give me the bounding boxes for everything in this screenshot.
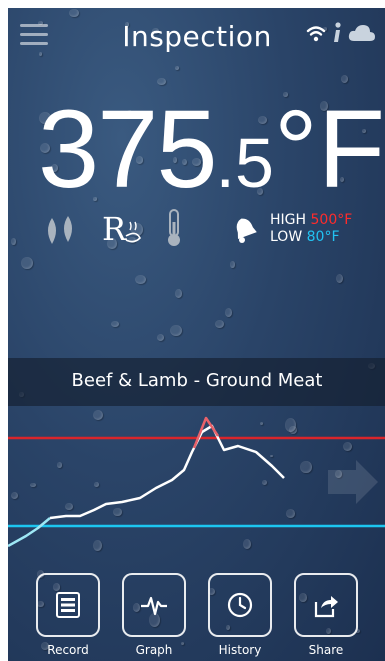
arrow-right-icon[interactable]	[328, 460, 378, 504]
share-icon	[314, 596, 338, 618]
recipe-icon[interactable]: R	[100, 210, 146, 250]
low-value: 80°F	[306, 229, 340, 245]
food-selector[interactable]: Beef & Lamb - Ground Meat	[8, 358, 385, 406]
water-drop	[10, 238, 16, 246]
water-drop	[21, 256, 33, 270]
water-drop	[335, 274, 343, 284]
info-icon[interactable]	[332, 22, 342, 44]
history-label: History	[218, 643, 262, 657]
graph-pulse-icon	[141, 596, 167, 616]
water-drop	[174, 65, 179, 70]
food-name: Beef & Lamb - Ground Meat	[71, 370, 323, 391]
temperature-trend-start	[8, 517, 51, 548]
share-label: Share	[308, 643, 344, 657]
temperature-trend-line	[49, 424, 285, 520]
header: Inspection	[8, 8, 385, 62]
alarm-bell-icon	[236, 218, 257, 243]
record-button[interactable]: Record	[36, 573, 100, 657]
cloud-icon[interactable]	[348, 23, 376, 43]
water-drop	[341, 75, 349, 83]
header-icons	[306, 22, 376, 44]
app-screen: Inspection 375.5°F R HIGH 500°F LOW 80°F…	[8, 8, 385, 661]
water-drop	[157, 77, 166, 86]
water-drop	[156, 334, 165, 342]
temperature-reading: 375.5°F	[38, 86, 385, 213]
water-drop	[174, 289, 182, 298]
water-drop	[135, 274, 146, 285]
record-label: Record	[47, 643, 89, 657]
water-drop	[215, 319, 225, 328]
temperature-value: 375	[38, 88, 218, 211]
svg-text:R: R	[102, 210, 127, 248]
water-drop	[111, 320, 119, 327]
share-button[interactable]: Share	[294, 573, 358, 657]
water-drop	[170, 325, 182, 337]
alarm-thresholds[interactable]: HIGH 500°F LOW 80°F	[230, 212, 352, 246]
water-drop	[229, 261, 236, 269]
history-button[interactable]: History	[208, 573, 272, 657]
low-label: LOW	[270, 229, 303, 245]
high-value: 500°F	[310, 212, 353, 228]
wifi-icon	[306, 26, 326, 42]
alarm-values: HIGH 500°F LOW 80°F	[270, 212, 352, 246]
graph-button[interactable]: Graph	[122, 573, 186, 657]
humidity-drops-icon	[48, 216, 72, 244]
action-bar: Record Graph History Share	[8, 570, 385, 661]
temperature-unit: °F	[273, 88, 385, 211]
clock-icon	[227, 592, 253, 618]
water-drop	[225, 308, 233, 317]
record-icon	[56, 592, 80, 618]
high-label: HIGH	[270, 212, 307, 228]
thermometer-icon	[168, 209, 180, 246]
graph-label: Graph	[135, 643, 173, 657]
temperature-graph[interactable]	[8, 406, 385, 566]
temperature-decimal: .5	[215, 124, 274, 202]
